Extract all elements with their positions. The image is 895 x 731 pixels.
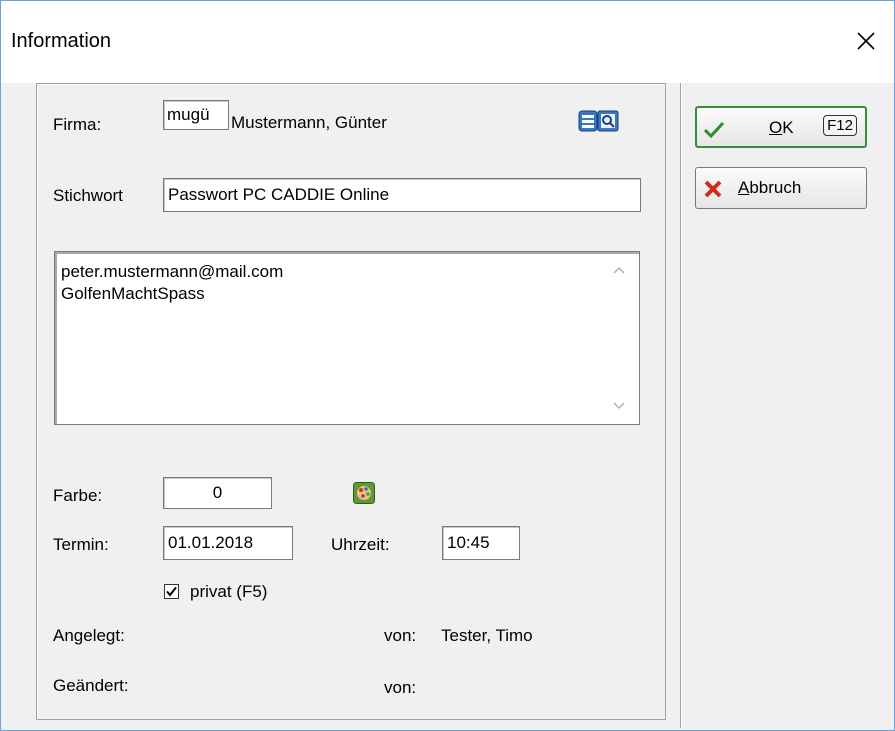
termin-input[interactable]: 01.01.2018 (163, 526, 293, 560)
geaendert-label: Geändert: (53, 676, 129, 695)
scroll-down-icon[interactable] (611, 400, 627, 412)
firma-code-value: mugü (167, 105, 210, 124)
close-icon (857, 32, 875, 50)
window-title: Information (11, 30, 112, 52)
angelegt-von-label: von: (384, 626, 417, 645)
termin-value: 01.01.2018 (168, 533, 254, 552)
ok-button[interactable]: OK F12 (695, 106, 867, 148)
x-icon (704, 180, 722, 198)
ok-label: OK (769, 118, 794, 138)
geaendert-von-label: von: (384, 678, 417, 697)
cancel-label: Abbruch (738, 178, 801, 198)
check-icon (703, 121, 725, 139)
ok-rest: K (782, 118, 794, 137)
record-search-icon (578, 110, 619, 132)
dialog-window: Information Firma: mugü Mustermann, Günt… (0, 0, 895, 731)
farbe-value: 0 (212, 483, 223, 502)
notes-line: peter.mustermann@mail.com (61, 262, 284, 281)
privat-checkbox[interactable] (164, 584, 179, 599)
angelegt-label: Angelegt: (53, 626, 125, 645)
title-bar: Information (1, 1, 894, 83)
notes-line: GolfenMachtSpass (61, 284, 205, 303)
color-palette-icon (353, 482, 375, 504)
firma-code-field[interactable]: mugü (163, 100, 229, 130)
cancel-button[interactable]: Abbruch (695, 167, 867, 209)
stichwort-value: Passwort PC CADDIE Online (168, 185, 390, 204)
termin-label: Termin: (53, 535, 109, 554)
farbe-input[interactable]: 0 (163, 477, 272, 509)
ok-mnemonic: O (769, 118, 783, 137)
farbe-label: Farbe: (53, 486, 103, 505)
privat-label[interactable]: privat (F5) (190, 582, 267, 602)
record-search-button[interactable] (578, 109, 640, 138)
stichwort-label: Stichwort (53, 186, 123, 205)
stichwort-input[interactable]: Passwort PC CADDIE Online (163, 178, 641, 212)
angelegt-von-value: Tester, Timo (441, 626, 533, 645)
firma-name: Mustermann, Günter (231, 113, 387, 132)
notes-textarea[interactable]: peter.mustermann@mail.com GolfenMachtSpa… (54, 251, 640, 425)
uhrzeit-input[interactable]: 10:45 (442, 526, 520, 560)
notes-text: peter.mustermann@mail.com GolfenMachtSpa… (61, 261, 283, 305)
firma-label: Firma: (53, 115, 102, 134)
cancel-mnemonic: A (738, 178, 750, 197)
cancel-rest: bbruch (749, 178, 802, 197)
uhrzeit-value: 10:45 (447, 533, 490, 552)
close-button[interactable] (852, 27, 880, 55)
scroll-up-icon[interactable] (611, 264, 627, 276)
ok-shortcut-badge: F12 (823, 115, 857, 136)
color-picker-button[interactable] (353, 482, 375, 509)
uhrzeit-label: Uhrzeit: (331, 535, 390, 554)
checkmark-icon (166, 586, 177, 597)
